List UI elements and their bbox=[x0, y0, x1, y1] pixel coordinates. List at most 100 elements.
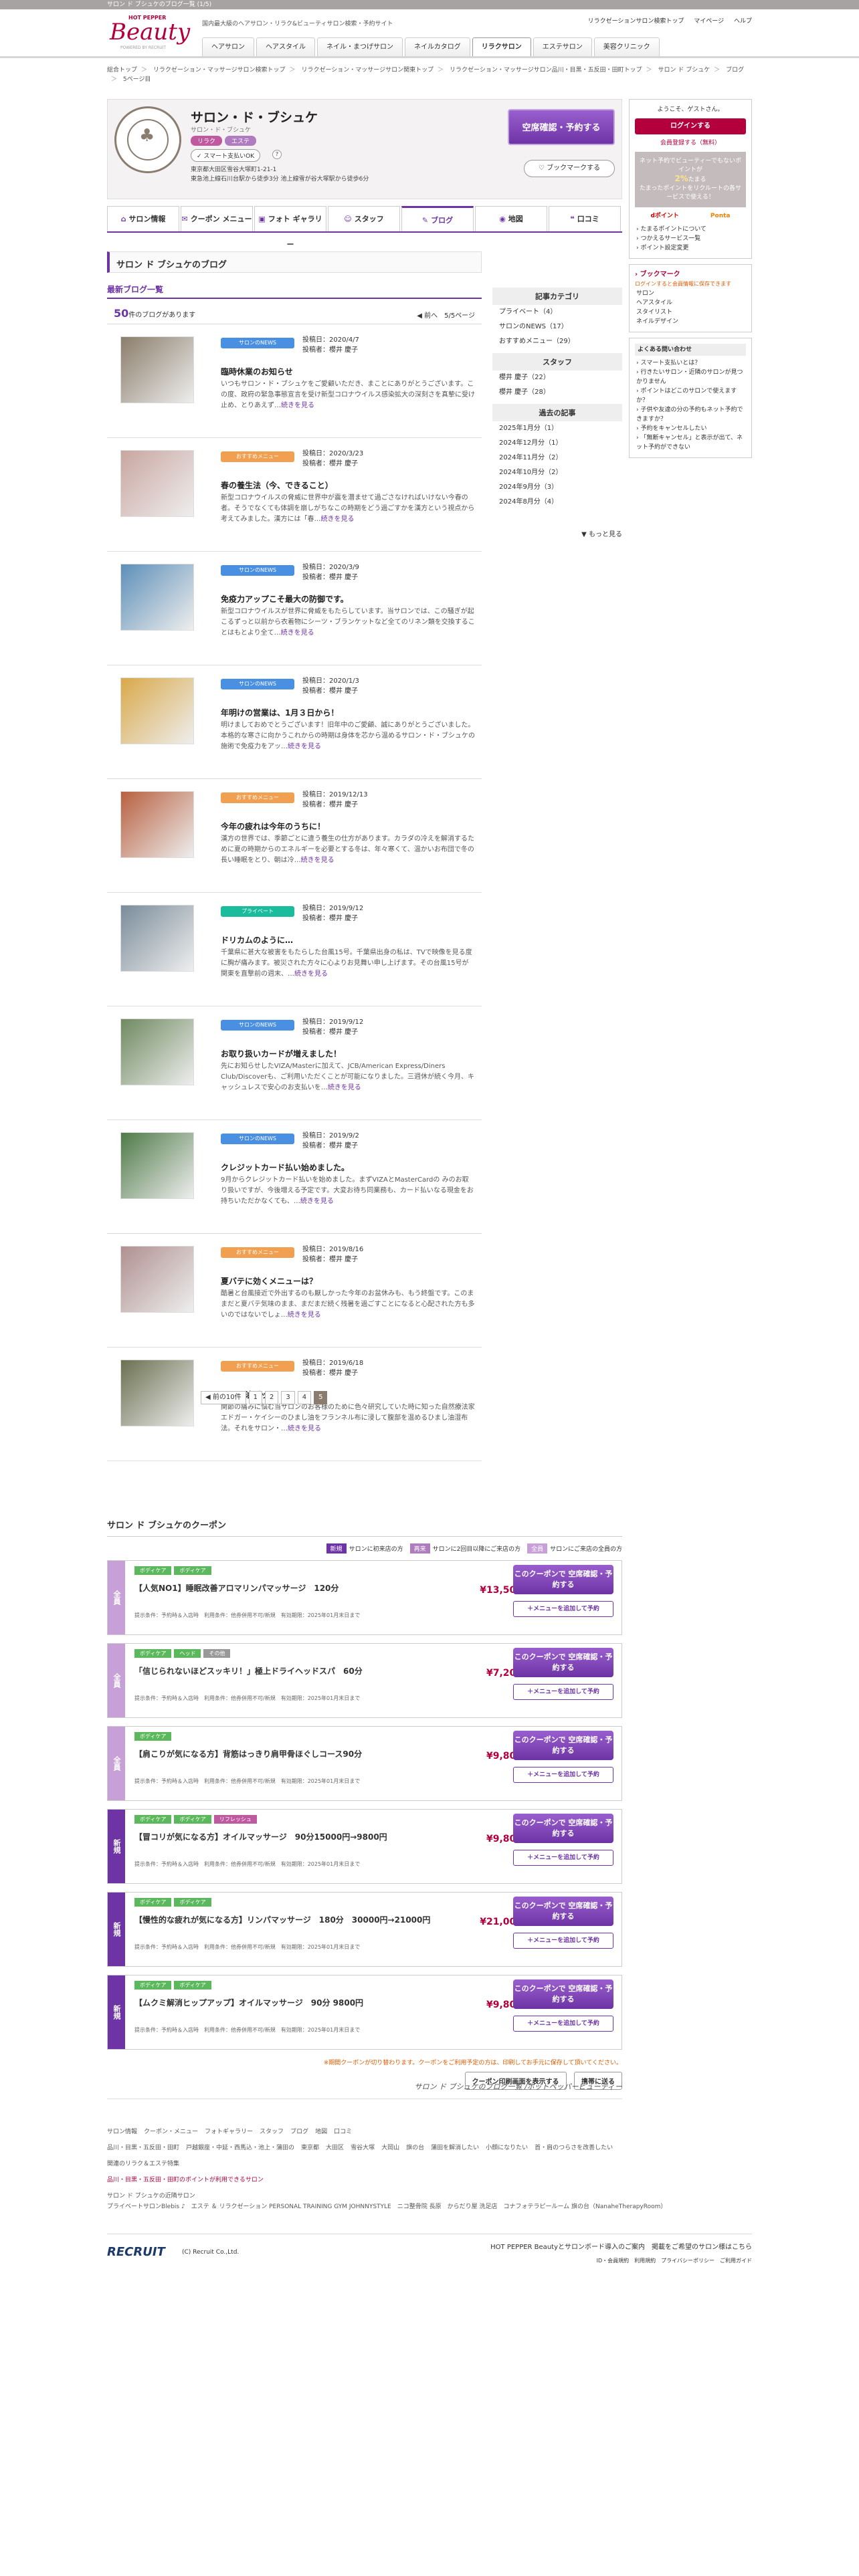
archive-item[interactable]: 2024年12月分（1） bbox=[492, 436, 622, 451]
tab-blog[interactable]: ✎ ブログ bbox=[401, 206, 474, 231]
tab-staff[interactable]: ☺ スタッフ bbox=[328, 206, 400, 231]
see-more-link[interactable]: ▼ もっと見る bbox=[492, 528, 622, 538]
footer-point-link[interactable]: 品川・目黒・五反田・田町のポイントが利用できるサロン bbox=[107, 2175, 752, 2185]
category-item[interactable]: サロンのNEWS（17） bbox=[492, 320, 622, 334]
footer-nearby-salons[interactable]: プライベートサロンBlebis ♪ エステ ＆ リラクゼーション PERSONA… bbox=[107, 2202, 752, 2212]
bookmark-item[interactable]: ネイルデザイン bbox=[635, 317, 746, 326]
coupon-title[interactable]: 【慢性的な疲れが気になる方】リンパマッサージ 180分 30000円→21000… bbox=[134, 1914, 482, 1926]
blog-post-title[interactable]: 免疫力アップこそ最大の防御です。 bbox=[221, 593, 349, 605]
point-link[interactable]: › たまるポイントについて bbox=[635, 225, 746, 234]
breadcrumb-item[interactable]: 総合トップ bbox=[107, 67, 137, 74]
footer-link[interactable]: フォトギャラリー bbox=[205, 2129, 253, 2135]
read-more-link[interactable]: 続きを見る bbox=[300, 1198, 334, 1205]
blog-thumbnail[interactable] bbox=[120, 791, 194, 858]
help-icon[interactable]: ? bbox=[272, 150, 282, 159]
blog-post-title[interactable]: クレジットカード払い始めました。 bbox=[221, 1162, 349, 1173]
pager-page[interactable]: 3 bbox=[281, 1391, 295, 1404]
footer-link[interactable]: 雪谷大塚 bbox=[351, 2145, 375, 2151]
blog-post-title[interactable]: 春の養生法（今、できること） bbox=[221, 479, 333, 491]
footer-link[interactable]: 口コミ bbox=[334, 2129, 352, 2135]
pager-prev[interactable]: ◀ 前の10件 bbox=[201, 1391, 246, 1404]
footer-feature-link[interactable]: 関連のリラク＆エステ特集 bbox=[107, 2159, 752, 2169]
read-more-link[interactable]: 続きを見る bbox=[288, 1425, 321, 1432]
archive-item[interactable]: 2024年10月分（2） bbox=[492, 465, 622, 480]
read-more-link[interactable]: 続きを見る bbox=[328, 1084, 361, 1091]
breadcrumb-item[interactable]: リラクゼーション・マッサージサロン検索トップ bbox=[153, 67, 286, 74]
footer-link[interactable]: 東京都 bbox=[301, 2145, 319, 2151]
salon-name[interactable]: サロン・ド・ブシュケ bbox=[191, 108, 318, 126]
prev-link[interactable]: ◀ 前へ bbox=[417, 312, 438, 320]
coupon-reserve-button[interactable]: このクーポンで 空席確認・予約する bbox=[513, 1979, 613, 2009]
gnav-hair-style[interactable]: ヘアスタイル bbox=[256, 37, 315, 56]
hotpepper-beauty-logo[interactable]: HOT PEPPER Beauty POWERED BY RECRUIT bbox=[107, 15, 194, 52]
footer-link[interactable]: 地図 bbox=[315, 2129, 327, 2135]
coupon-title[interactable]: 【人気NO1】睡眠改善アロマリンパマッサージ 120分 bbox=[134, 1582, 482, 1594]
tab-reviews[interactable]: ❝ 口コミ bbox=[549, 206, 621, 231]
faq-item[interactable]: › ポイントはどこのサロンで使えますか？ bbox=[635, 387, 746, 405]
footer-link[interactable]: 首・肩のつらさを改善したい bbox=[535, 2145, 613, 2151]
blog-thumbnail[interactable] bbox=[120, 905, 194, 972]
blog-post-title[interactable]: お取り扱いカードが増えました！ bbox=[221, 1048, 341, 1059]
footer-link[interactable]: 大岡山 bbox=[381, 2145, 399, 2151]
footer-link[interactable]: 小顔になりたい bbox=[486, 2145, 528, 2151]
coupon-reserve-button[interactable]: このクーポンで 空席確認・予約する bbox=[513, 1897, 613, 1926]
blog-post-title[interactable]: 夏バテに効くメニューは？ bbox=[221, 1275, 317, 1287]
blog-post-title[interactable]: 今年の疲れは今年のうちに！ bbox=[221, 821, 325, 832]
faq-item[interactable]: › 「無断キャンセル」と表示が出て、ネット予約ができない bbox=[635, 433, 746, 452]
pager-page[interactable]: 4 bbox=[297, 1391, 312, 1404]
category-item[interactable]: プライベート（4） bbox=[492, 305, 622, 320]
coupon-title[interactable]: 「信じられないほどスッキリ！」極上ドライヘッドスパ 60分 bbox=[134, 1665, 482, 1677]
footer-link[interactable]: クーポン・メニュー bbox=[144, 2129, 198, 2135]
footer-link[interactable]: 旗の台 bbox=[406, 2145, 424, 2151]
login-button[interactable]: ログインする bbox=[635, 118, 746, 134]
blog-thumbnail[interactable] bbox=[120, 450, 194, 517]
header-link-mypage[interactable]: マイページ bbox=[694, 18, 724, 25]
tab-salon-info[interactable]: ⌂ サロン情報 bbox=[107, 206, 179, 231]
tab-photo-gallery[interactable]: ▣ フォト ギャラリー bbox=[254, 206, 326, 249]
footer-link[interactable]: 大田区 bbox=[326, 2145, 344, 2151]
read-more-link[interactable]: 続きを見る bbox=[288, 1311, 321, 1319]
blog-thumbnail[interactable] bbox=[120, 1018, 194, 1085]
blog-post-title[interactable]: 臨時休業のお知らせ bbox=[221, 366, 293, 377]
footer-link[interactable]: 戸越銀座・中延・西馬込・池上・蒲田の bbox=[186, 2145, 294, 2151]
read-more-link[interactable]: 続きを見る bbox=[288, 743, 321, 750]
read-more-link[interactable]: 続きを見る bbox=[281, 402, 314, 409]
coupon-add-menu-button[interactable]: ＋メニューを追加して予約 bbox=[513, 1850, 613, 1866]
footer-link[interactable]: スタッフ bbox=[260, 2129, 284, 2135]
coupon-title[interactable]: 【冒コリが気になる方】オイルマッサージ 90分15000円→9800円 bbox=[134, 1831, 482, 1843]
coupon-title[interactable]: 【肩こりが気になる方】背筋はっきり肩甲骨ほぐしコース90分 bbox=[134, 1748, 482, 1760]
blog-post-title[interactable]: ドリカムのように… bbox=[221, 934, 293, 946]
bookmark-item[interactable]: スタイリスト bbox=[635, 308, 746, 317]
coupon-reserve-button[interactable]: このクーポンで 空席確認・予約する bbox=[513, 1731, 613, 1760]
bookmark-button[interactable]: ♡ ブックマークする bbox=[524, 160, 615, 177]
blog-thumbnail[interactable] bbox=[120, 564, 194, 631]
coupon-reserve-button[interactable]: このクーポンで 空席確認・予約する bbox=[513, 1648, 613, 1677]
bookmark-item[interactable]: ヘアスタイル bbox=[635, 298, 746, 308]
gnav-relax-salon[interactable]: リラクサロン bbox=[472, 37, 531, 58]
point-link[interactable]: › ポイント設定変更 bbox=[635, 243, 746, 253]
pager-page[interactable]: 1 bbox=[248, 1391, 262, 1404]
gnav-beauty-clinic[interactable]: 美容クリニック bbox=[593, 37, 660, 56]
breadcrumb-item[interactable]: サロン ド ブシュケ bbox=[658, 67, 710, 74]
category-item[interactable]: おすすめメニュー（29） bbox=[492, 334, 622, 349]
staff-item[interactable]: 櫻井 慶子（22） bbox=[492, 370, 622, 385]
coupon-title[interactable]: 【ムクミ解消ヒップアップ】オイルマッサージ 90分 9800円 bbox=[134, 1997, 482, 2009]
coupon-reserve-button[interactable]: このクーポンで 空席確認・予約する bbox=[513, 1565, 613, 1594]
header-link-help[interactable]: ヘルプ bbox=[734, 18, 752, 25]
register-link[interactable]: 会員登録する（無料） bbox=[635, 138, 746, 148]
bookmark-item[interactable]: サロン bbox=[635, 289, 746, 298]
breadcrumb-item[interactable]: リラクゼーション・マッサージサロン関東トップ bbox=[301, 67, 434, 74]
point-link[interactable]: › つかえるサービス一覧 bbox=[635, 234, 746, 243]
tab-coupon-menu[interactable]: ✉ クーポン メニュー bbox=[181, 206, 253, 231]
recruit-logo[interactable]: RECRUIT bbox=[107, 2245, 165, 2259]
read-more-link[interactable]: 続きを見る bbox=[294, 970, 328, 978]
blog-thumbnail[interactable] bbox=[120, 1246, 194, 1313]
blog-thumbnail[interactable] bbox=[120, 336, 194, 403]
faq-item[interactable]: › 予約をキャンセルしたい bbox=[635, 424, 746, 433]
coupon-reserve-button[interactable]: このクーポンで 空席確認・予約する bbox=[513, 1814, 613, 1843]
archive-item[interactable]: 2024年11月分（2） bbox=[492, 451, 622, 465]
gnav-hair-salon[interactable]: ヘアサロン bbox=[202, 37, 254, 56]
tab-map[interactable]: ◉ 地図 bbox=[475, 206, 547, 231]
faq-item[interactable]: › 子供や友達の分の予約もネット予約できますか？ bbox=[635, 405, 746, 424]
footer-link[interactable]: 品川・目黒・五反田・田町 bbox=[107, 2145, 179, 2151]
